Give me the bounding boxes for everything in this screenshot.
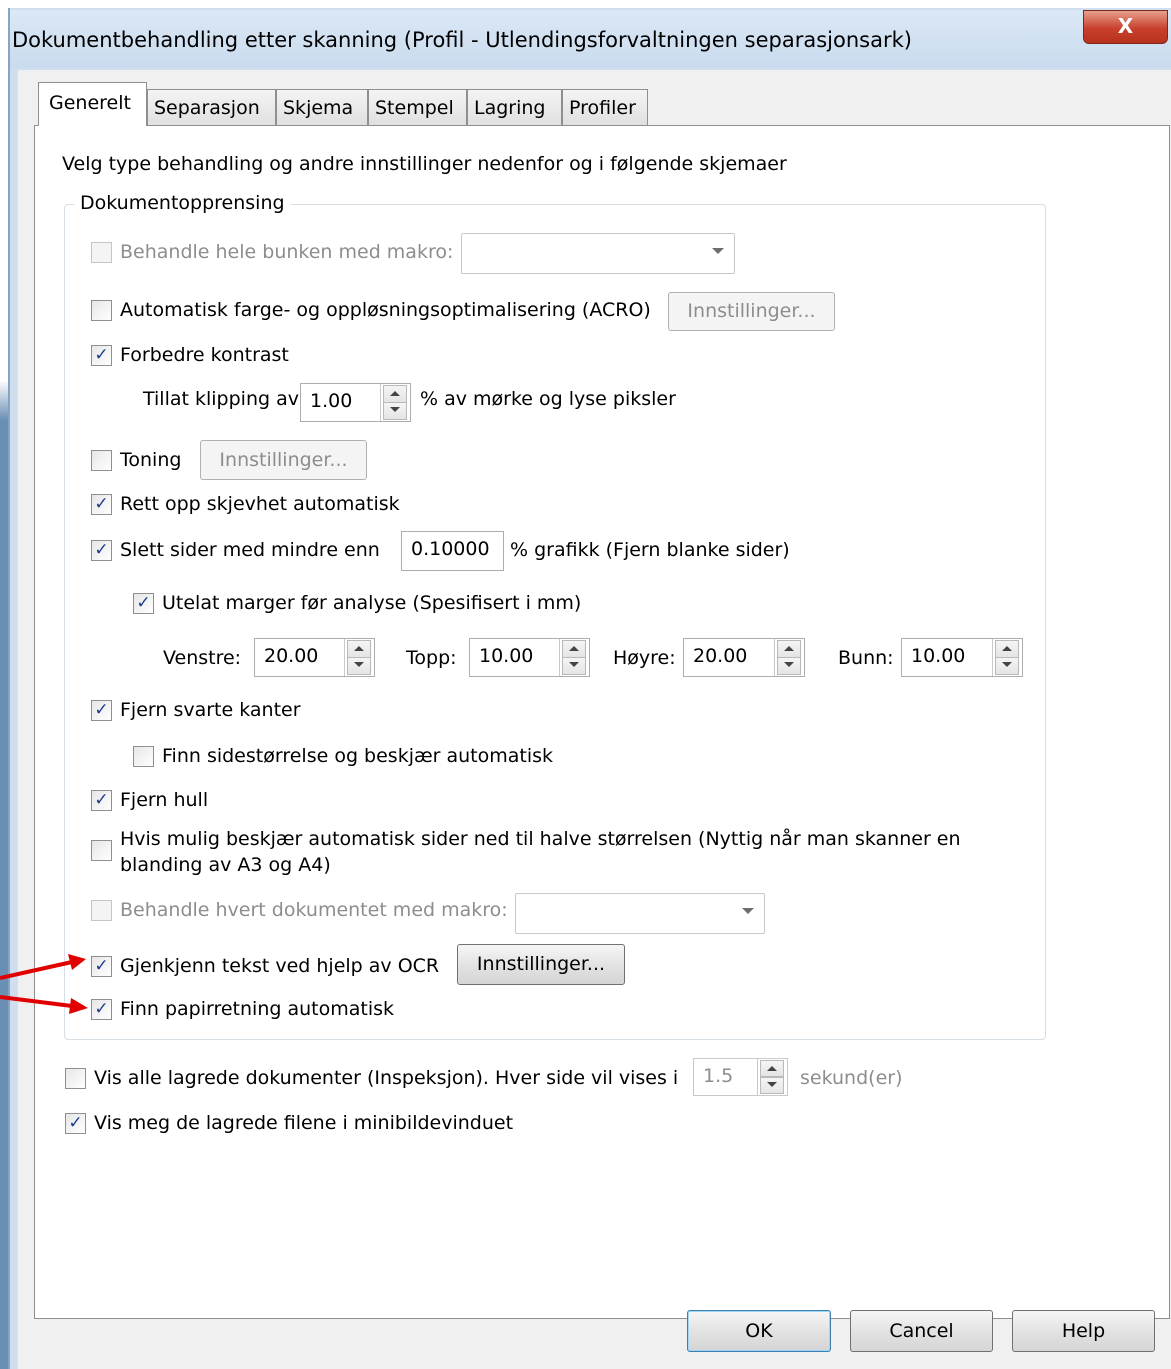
spin-up-icon[interactable] xyxy=(995,640,1019,658)
half-crop-checkbox[interactable] xyxy=(91,840,112,861)
macro-all-dropdown[interactable] xyxy=(461,233,735,274)
acro-settings-button[interactable]: Innstillinger... xyxy=(668,292,835,331)
spin-down-icon[interactable] xyxy=(777,657,801,675)
arrow-icon xyxy=(0,954,86,980)
inspection-checkbox[interactable] xyxy=(65,1068,86,1089)
tab-stempel[interactable]: Stempel xyxy=(368,89,467,125)
spin-down-icon[interactable] xyxy=(995,657,1019,675)
margin-top-value: 10.00 xyxy=(479,645,534,667)
margin-bottom-spinner[interactable]: 10.00 xyxy=(901,638,1023,677)
margin-right-value: 20.00 xyxy=(693,645,748,667)
intro-text: Velg type behandling og andre innstillin… xyxy=(62,153,787,175)
black-borders-checkbox[interactable]: ✓ xyxy=(91,700,112,721)
tab-lagring[interactable]: Lagring xyxy=(467,89,562,125)
contrast-checkbox[interactable]: ✓ xyxy=(91,345,112,366)
tab-separasjon[interactable]: Separasjon xyxy=(147,89,276,125)
chevron-down-icon xyxy=(712,248,724,254)
holes-checkbox[interactable]: ✓ xyxy=(91,790,112,811)
spin-up-icon[interactable] xyxy=(383,385,407,403)
margins-checkbox[interactable]: ✓ xyxy=(133,593,154,614)
delete-pages-value: 0.10000 xyxy=(411,538,490,560)
chevron-down-icon xyxy=(742,908,754,914)
clip-spinner[interactable]: 1.00 xyxy=(300,383,411,422)
annotation-arrows xyxy=(0,954,88,1014)
delete-pages-suffix: % grafikk (Fjern blanke sider) xyxy=(510,539,790,561)
thumbnails-checkbox[interactable]: ✓ xyxy=(65,1113,86,1134)
acro-label: Automatisk farge- og oppløsningsoptimali… xyxy=(120,299,651,321)
half-crop-label-line1: Hvis mulig beskjær automatisk sider ned … xyxy=(120,828,961,850)
background-window-edge xyxy=(0,0,8,1369)
spin-up-icon[interactable] xyxy=(562,640,586,658)
margins-label: Utelat marger før analyse (Spesifisert i… xyxy=(162,592,582,614)
margin-left-spinner[interactable]: 20.00 xyxy=(254,638,375,677)
orientation-checkbox[interactable]: ✓ xyxy=(91,999,112,1020)
arrow-icon xyxy=(0,995,88,1014)
crop-auto-checkbox[interactable] xyxy=(133,746,154,767)
inspection-seconds-spinner[interactable]: 1.5 xyxy=(693,1058,788,1096)
window-title: Dokumentbehandling etter skanning (Profi… xyxy=(12,28,912,52)
thumbnails-label: Vis meg de lagrede filene i minibildevin… xyxy=(94,1112,514,1134)
orientation-label: Finn papirretning automatisk xyxy=(120,998,395,1020)
clip-value: 1.00 xyxy=(310,390,353,412)
help-button[interactable]: Help xyxy=(1012,1310,1155,1352)
clip-label: Tillat klipping av xyxy=(143,388,299,410)
inspection-label: Vis alle lagrede dokumenter (Inspeksjon)… xyxy=(94,1067,679,1089)
tab-generelt[interactable]: Generelt xyxy=(38,82,147,126)
ocr-label: Gjenkjenn tekst ved hjelp av OCR xyxy=(120,955,440,977)
black-borders-label: Fjern svarte kanter xyxy=(120,699,301,721)
margin-left-label: Venstre: xyxy=(163,647,242,669)
close-button[interactable]: X xyxy=(1083,10,1168,44)
tab-skjema[interactable]: Skjema xyxy=(276,89,368,125)
ok-button[interactable]: OK xyxy=(687,1310,831,1352)
ocr-checkbox[interactable]: ✓ xyxy=(91,956,112,977)
crop-auto-label: Finn sidestørrelse og beskjær automatisk xyxy=(162,745,554,767)
ocr-settings-button[interactable]: Innstillinger... xyxy=(457,944,625,985)
spin-down-icon[interactable] xyxy=(562,657,586,675)
margin-bottom-label: Bunn: xyxy=(838,647,894,669)
cancel-button[interactable]: Cancel xyxy=(850,1310,993,1352)
toning-label: Toning xyxy=(120,449,182,471)
margin-top-spinner[interactable]: 10.00 xyxy=(469,638,590,677)
inspection-seconds-value: 1.5 xyxy=(703,1065,734,1087)
spin-up-icon[interactable] xyxy=(777,640,801,658)
holes-label: Fjern hull xyxy=(120,789,209,811)
delete-pages-label: Slett sider med mindre enn xyxy=(120,539,380,561)
spin-up-icon[interactable] xyxy=(347,640,371,658)
macro-doc-checkbox[interactable] xyxy=(91,900,112,921)
inspection-seconds-suffix: sekund(er) xyxy=(800,1067,903,1089)
toning-settings-button[interactable]: Innstillinger... xyxy=(200,440,367,480)
spin-down-icon[interactable] xyxy=(347,657,371,675)
margin-top-label: Topp: xyxy=(406,647,457,669)
margin-right-spinner[interactable]: 20.00 xyxy=(683,638,805,677)
clip-suffix: % av mørke og lyse piksler xyxy=(420,388,676,410)
spin-down-icon[interactable] xyxy=(760,1076,784,1094)
macro-all-label: Behandle hele bunken med makro: xyxy=(120,241,454,263)
contrast-label: Forbedre kontrast xyxy=(120,344,289,366)
macro-doc-dropdown[interactable] xyxy=(515,893,765,934)
delete-pages-checkbox[interactable]: ✓ xyxy=(91,540,112,561)
margin-left-value: 20.00 xyxy=(264,645,319,667)
spin-up-icon[interactable] xyxy=(760,1060,784,1078)
margin-right-label: Høyre: xyxy=(613,647,676,669)
macro-doc-label: Behandle hvert dokumentet med makro: xyxy=(120,899,508,921)
macro-all-checkbox[interactable] xyxy=(91,242,112,263)
deskew-checkbox[interactable]: ✓ xyxy=(91,494,112,515)
spin-down-icon[interactable] xyxy=(383,402,407,420)
deskew-label: Rett opp skjevhet automatisk xyxy=(120,493,400,515)
toning-checkbox[interactable] xyxy=(91,450,112,471)
delete-pages-input[interactable]: 0.10000 xyxy=(401,531,504,571)
groupbox-title: Dokumentopprensing xyxy=(74,192,291,214)
acro-checkbox[interactable] xyxy=(91,300,112,321)
half-crop-label-line2: blanding av A3 og A4) xyxy=(120,854,331,876)
margin-bottom-value: 10.00 xyxy=(911,645,966,667)
tab-profiler[interactable]: Profiler xyxy=(562,89,648,125)
